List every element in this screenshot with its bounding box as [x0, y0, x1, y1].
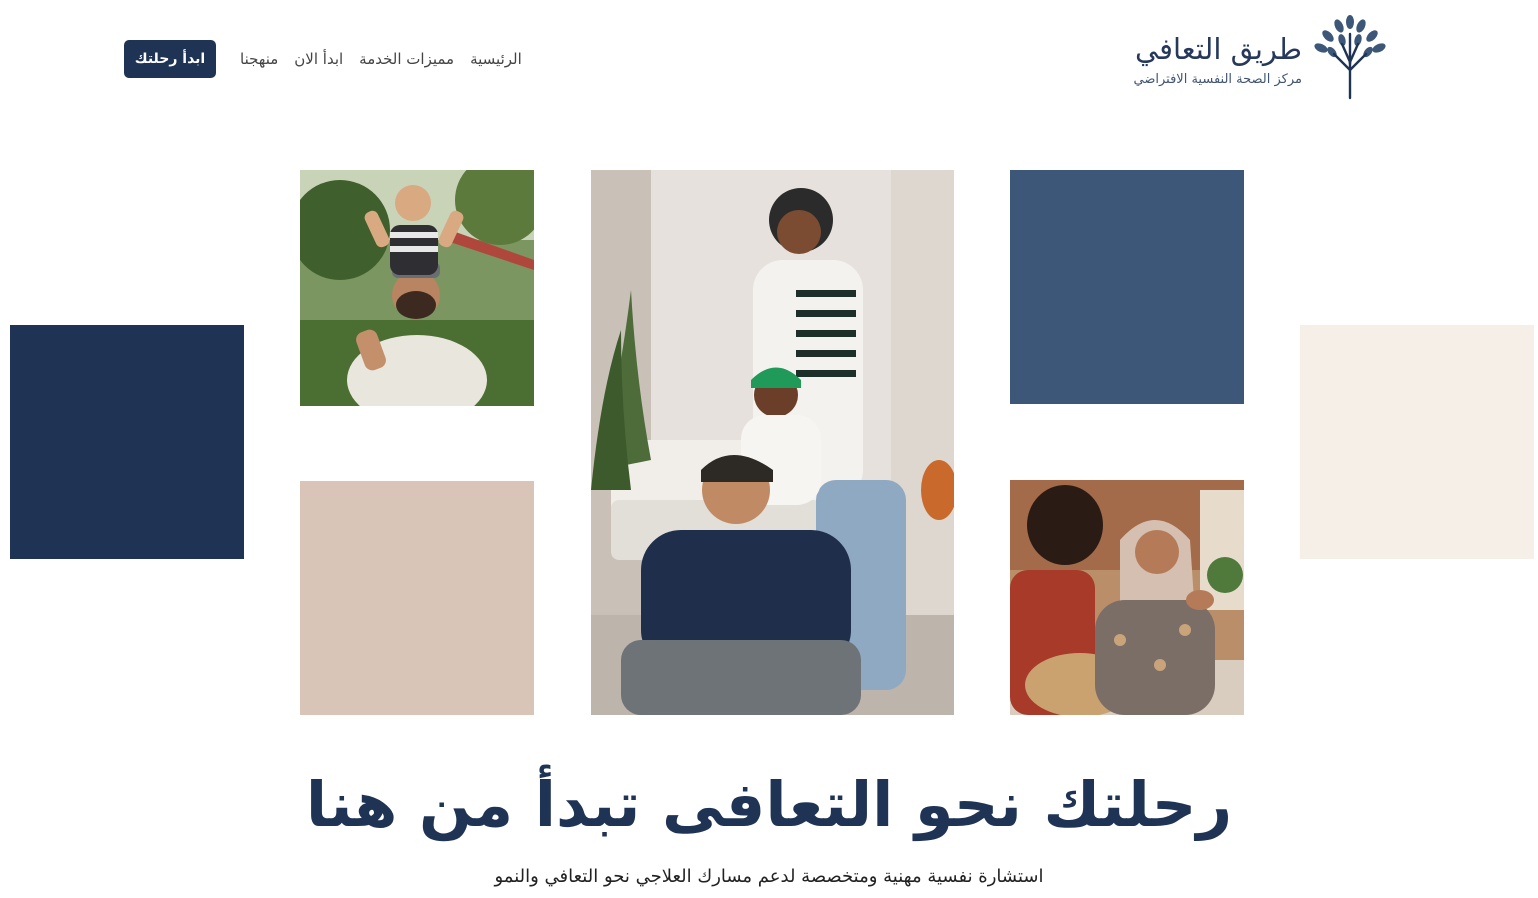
hero-subtitle: استشارة نفسية مهنية ومتخصصة لدعم مسارك ا…: [494, 866, 1044, 887]
cream-block: [1300, 325, 1534, 559]
nav-item-home[interactable]: الرئيسية: [470, 47, 522, 71]
brand-tagline: مركز الصحة النفسية الافتراضي: [1133, 72, 1303, 87]
tree-icon: [1314, 15, 1386, 100]
brand-logo[interactable]: طريق التعافي مركز الصحة النفسية الافتراض…: [1124, 14, 1388, 102]
hero-title: رحلتك نحو التعافى تبدأ من هنا: [305, 768, 1233, 841]
start-journey-button[interactable]: ابدأ رحلتك: [124, 40, 216, 78]
father-son-photo: [300, 170, 534, 406]
beige-block: [300, 481, 534, 715]
slate-blue-block: [1010, 170, 1244, 404]
navy-block: [10, 325, 244, 559]
family-center-photo: [591, 170, 954, 715]
couple-guitar-photo: [1010, 480, 1244, 715]
nav-item-features[interactable]: مميزات الخدمة: [359, 47, 454, 71]
nav-item-start-now[interactable]: ابدأ الان: [294, 47, 343, 71]
main-nav: الرئيسية مميزات الخدمة ابدأ الان منهجنا: [240, 47, 522, 71]
nav-item-approach[interactable]: منهجنا: [240, 47, 278, 71]
brand-name: طريق التعافي: [1134, 32, 1302, 66]
